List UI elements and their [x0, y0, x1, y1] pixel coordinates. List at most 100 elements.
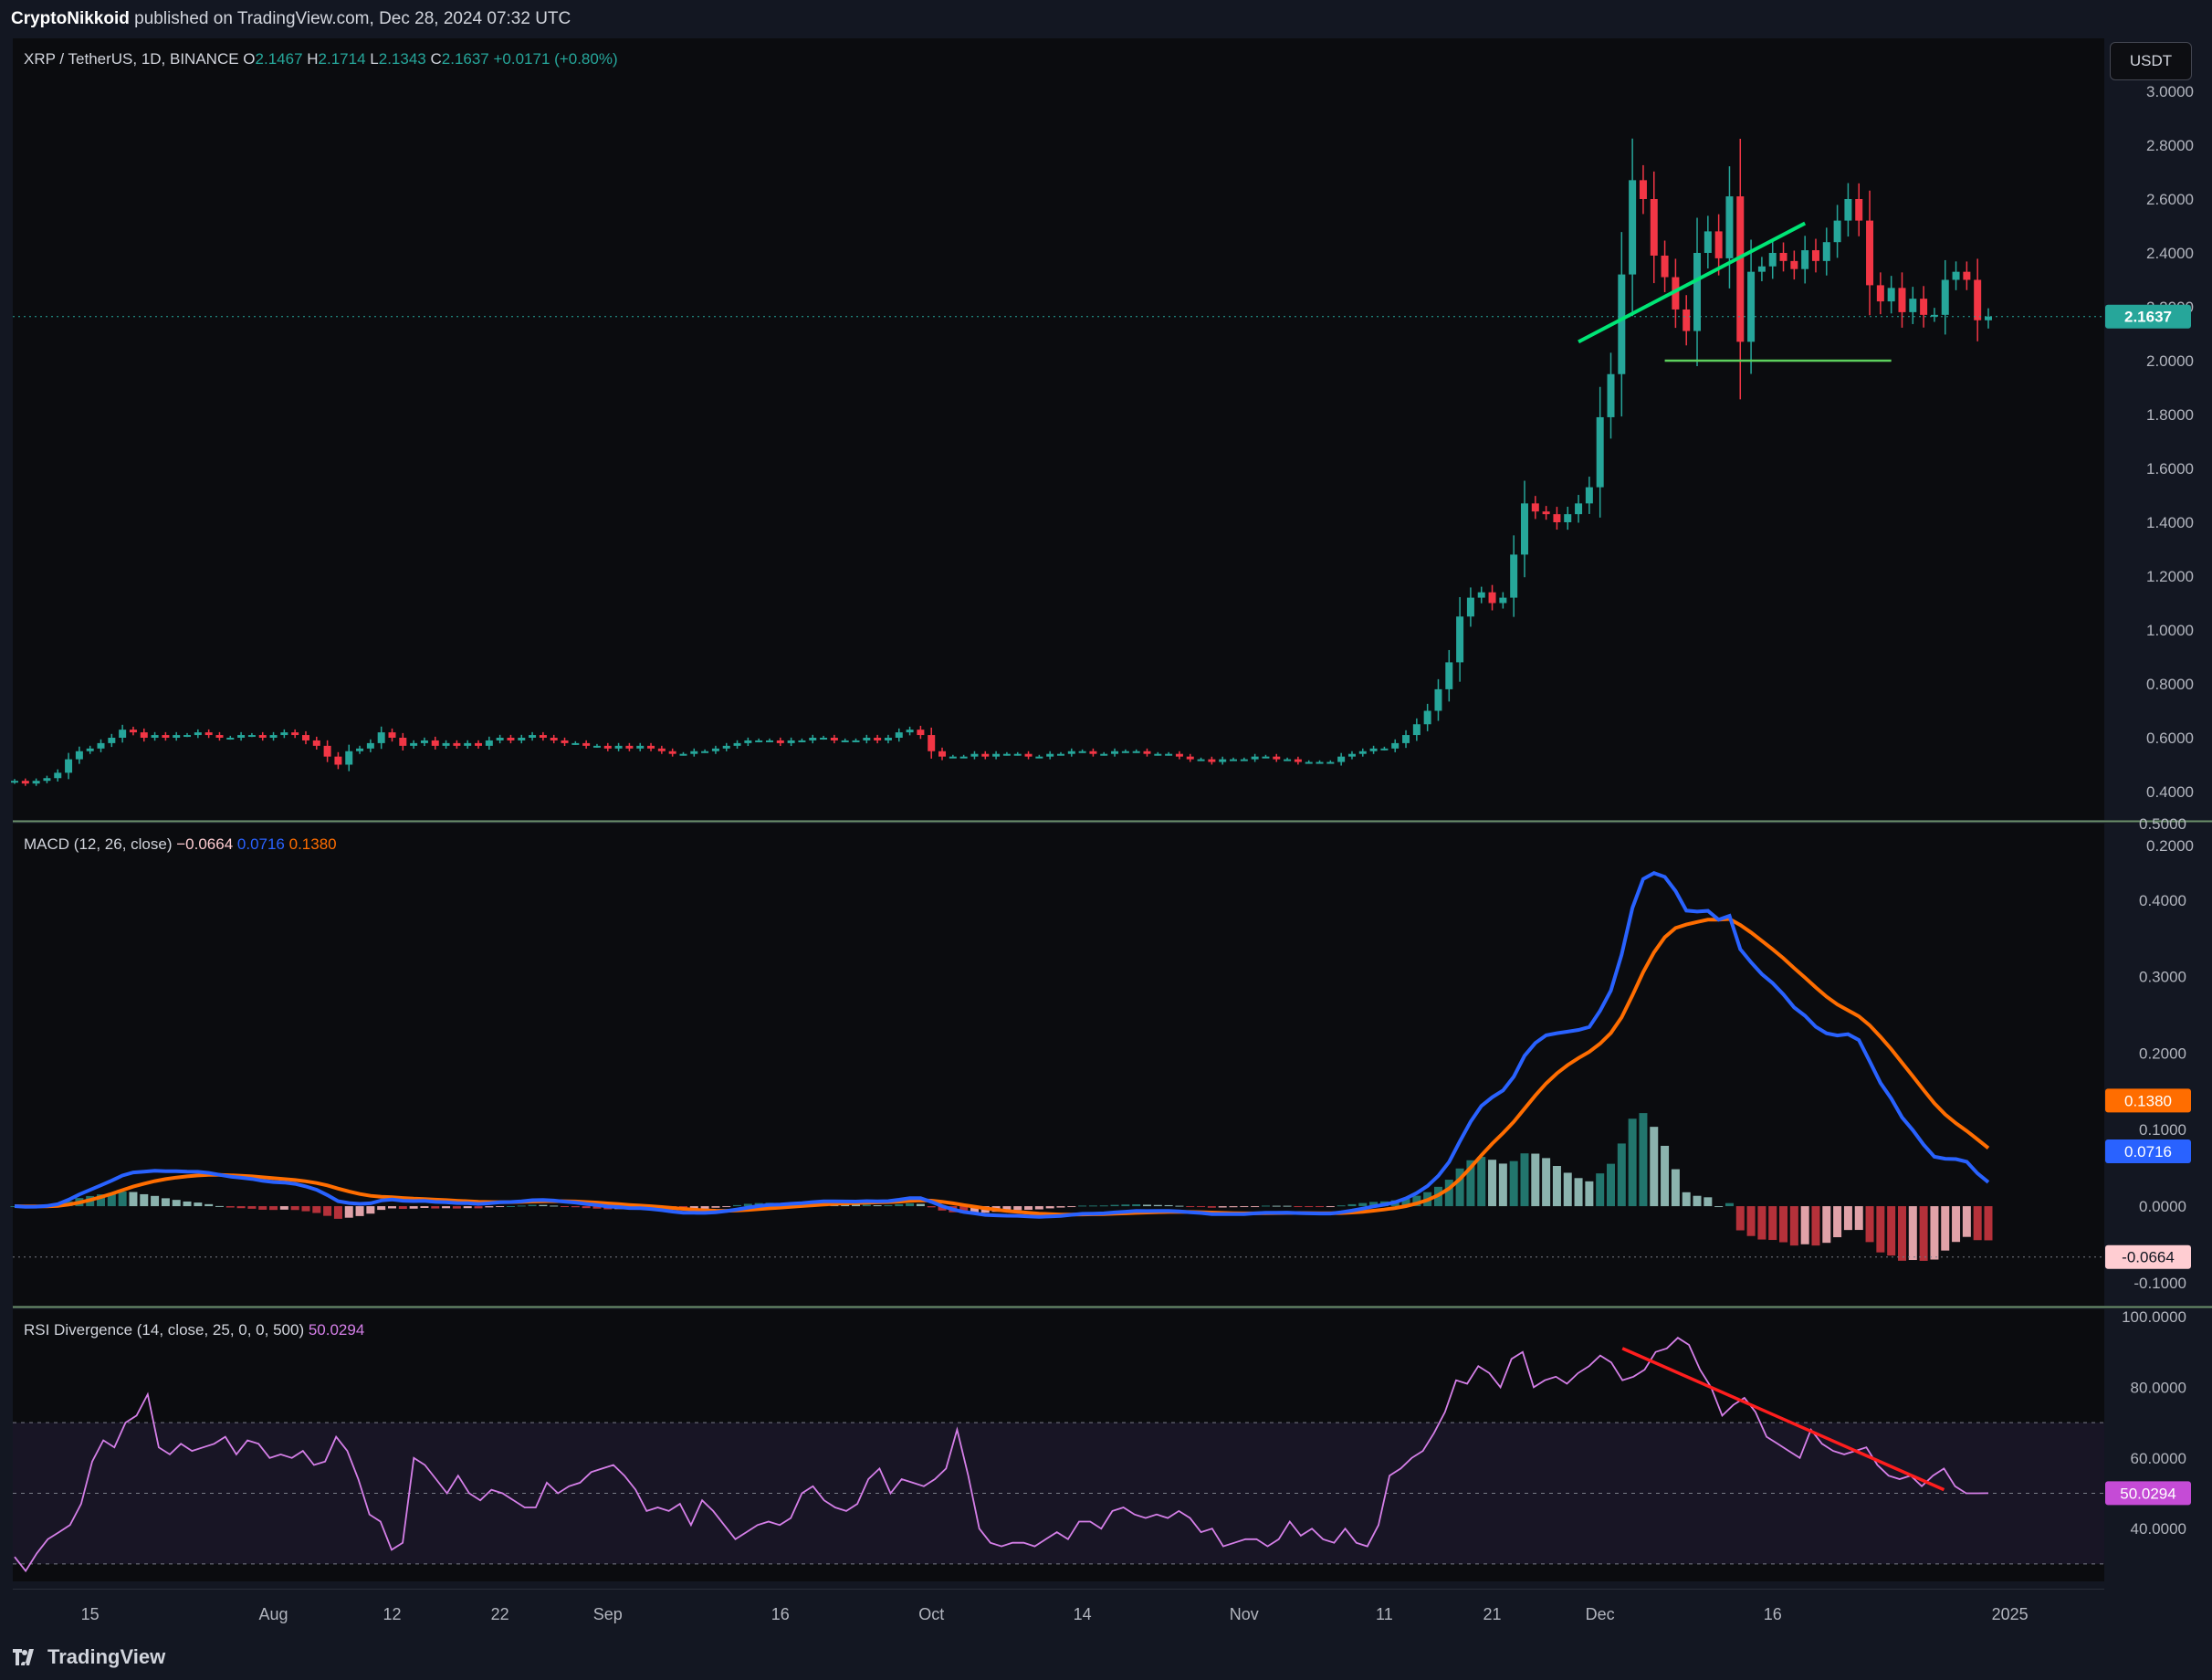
- candle: [1056, 753, 1064, 756]
- macd-histogram-bar: [118, 1192, 127, 1207]
- candle: [1121, 751, 1129, 753]
- candle: [592, 745, 601, 748]
- macd-axis-tick: -0.1000: [2133, 1275, 2186, 1292]
- chart-canvas[interactable]: 3.00002.80002.60002.40002.20002.00001.80…: [0, 38, 2212, 1633]
- candle: [496, 738, 504, 740]
- macd-histogram-bar: [1789, 1206, 1798, 1246]
- macd-histogram-bar: [1240, 1206, 1249, 1208]
- macd-histogram-bar: [225, 1206, 235, 1208]
- macd-histogram-bar: [269, 1206, 278, 1211]
- macd-histogram-bar: [733, 1204, 742, 1207]
- candle: [981, 753, 990, 757]
- macd-histogram-bar: [1596, 1173, 1605, 1207]
- price-pane: [13, 38, 2104, 820]
- candle: [992, 753, 1001, 757]
- candle: [1251, 756, 1259, 760]
- tradingview-icon: [13, 1649, 34, 1665]
- candle: [959, 756, 968, 759]
- macd-legend: MACD (12, 26, close) −0.0664 0.0716 0.13…: [24, 835, 337, 853]
- candle: [1326, 761, 1335, 764]
- candle: [1002, 753, 1011, 756]
- macd-histogram-bar: [550, 1205, 559, 1207]
- candle: [1779, 253, 1787, 261]
- rsi-axis-tick: 80.0000: [2131, 1379, 2186, 1396]
- candle: [863, 738, 871, 740]
- macd-histogram-bar: [517, 1205, 526, 1207]
- candle: [1714, 231, 1723, 258]
- time-axis-tick: 2025: [1992, 1605, 2029, 1623]
- time-axis-tick: Aug: [259, 1605, 288, 1623]
- macd-histogram-bar: [1132, 1204, 1141, 1207]
- macd-histogram-bar: [1531, 1153, 1540, 1207]
- candle: [1768, 253, 1777, 267]
- candle: [1801, 250, 1809, 269]
- candle: [1844, 199, 1852, 221]
- legend-close: 2.1637: [442, 50, 494, 68]
- macd-histogram-bar: [1984, 1206, 1993, 1241]
- macd-legend-signal: 0.1380: [289, 835, 337, 853]
- candle: [722, 745, 730, 749]
- candle: [1100, 753, 1108, 756]
- time-axis-tick: 11: [1376, 1605, 1393, 1623]
- macd-histogram-bar: [1164, 1204, 1173, 1207]
- macd-histogram-bar: [1498, 1163, 1507, 1207]
- macd-histogram-bar: [1800, 1206, 1809, 1244]
- candle: [377, 732, 385, 743]
- rsi-legend: RSI Divergence (14, close, 25, 0, 0, 500…: [24, 1321, 364, 1339]
- macd-histogram-bar: [1121, 1204, 1130, 1207]
- candle: [1391, 742, 1400, 749]
- macd-histogram-bar: [387, 1206, 396, 1209]
- candle: [237, 735, 246, 738]
- candle: [582, 742, 591, 746]
- legend-o-label: O: [243, 50, 255, 68]
- macd-histogram-bar: [333, 1206, 342, 1219]
- candle: [614, 745, 623, 749]
- macd-histogram-bar: [1941, 1206, 1950, 1251]
- price-axis-tick: 0.6000: [2146, 730, 2194, 747]
- macd-histogram-bar: [1908, 1206, 1917, 1261]
- macd-histogram-bar: [1013, 1206, 1022, 1211]
- macd-histogram-bar: [1316, 1206, 1325, 1208]
- author-name[interactable]: CryptoNikkoid: [11, 9, 130, 28]
- macd-histogram-bar: [1563, 1172, 1572, 1207]
- candle: [32, 781, 40, 784]
- candle: [410, 742, 418, 746]
- macd-histogram-bar: [711, 1206, 720, 1208]
- candle: [323, 745, 331, 757]
- macd-histogram-bar: [1811, 1206, 1820, 1246]
- tradingview-logo[interactable]: TradingView: [13, 1645, 165, 1669]
- candle: [173, 735, 181, 738]
- candle: [539, 735, 547, 738]
- macd-histogram-bar: [1865, 1206, 1874, 1243]
- candle: [841, 740, 849, 742]
- candle: [1380, 748, 1389, 751]
- candle: [1607, 373, 1615, 417]
- candle: [874, 738, 882, 740]
- macd-histogram-bar: [398, 1206, 407, 1210]
- time-axis-tick: Dec: [1586, 1605, 1615, 1623]
- candle: [755, 740, 763, 742]
- candle: [852, 740, 860, 742]
- time-axis-tick: 15: [81, 1605, 100, 1623]
- candle: [334, 756, 342, 765]
- candle: [744, 740, 752, 743]
- candle: [1833, 220, 1841, 243]
- macd-histogram-bar: [1973, 1206, 1982, 1241]
- price-axis-tick: 2.8000: [2146, 137, 2194, 154]
- candle: [1639, 180, 1647, 199]
- rsi-axis-tick: 100.0000: [2122, 1308, 2186, 1326]
- candle: [1477, 592, 1485, 598]
- time-axis-tick: 22: [491, 1605, 509, 1623]
- candle: [485, 740, 493, 746]
- candle: [21, 781, 29, 784]
- candle: [280, 732, 288, 736]
- macd-histogram-bar: [1261, 1205, 1270, 1207]
- candle: [1337, 756, 1346, 762]
- currency-button[interactable]: USDT: [2110, 42, 2192, 80]
- macd-histogram-bar: [1294, 1206, 1303, 1208]
- macd-histogram-bar: [862, 1204, 871, 1207]
- macd-axis-tick: 0.4000: [2139, 892, 2186, 909]
- macd-axis-tick: 0.0000: [2139, 1198, 2186, 1215]
- candle: [636, 745, 645, 749]
- macd-histogram-bar: [474, 1206, 483, 1209]
